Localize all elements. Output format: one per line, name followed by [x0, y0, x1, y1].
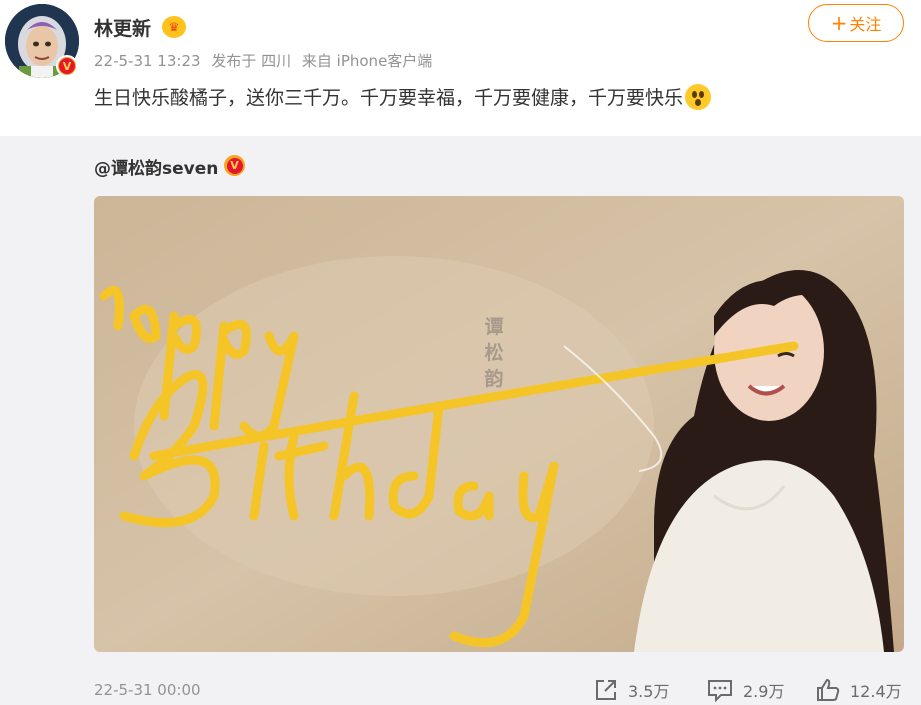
- photo-art: [94, 196, 904, 652]
- plus-icon: +: [830, 11, 848, 35]
- comment-button[interactable]: 2.9万: [707, 676, 784, 704]
- follow-label: 关注: [849, 15, 882, 34]
- post-text-row: 生日快乐酸橘子，送你三千万。千万要幸福，千万要健康，千万要快乐: [94, 83, 712, 110]
- birthday-photo[interactable]: [94, 196, 904, 652]
- comment-count: 2.9万: [743, 682, 785, 701]
- post-meta: 22-5-31 13:23 发布于 四川 来自 iPhone客户端: [94, 50, 432, 71]
- original-author-link[interactable]: @谭松韵seven: [94, 154, 218, 179]
- like-count: 12.4万: [850, 682, 902, 701]
- repost-count: 3.5万: [628, 682, 670, 701]
- crown-icon[interactable]: ♛: [162, 16, 186, 38]
- post-time[interactable]: 22-5-31 13:23: [94, 52, 201, 70]
- verified-v-icon: V: [56, 55, 78, 77]
- like-button[interactable]: 12.4万: [816, 676, 902, 704]
- comment-icon: [708, 680, 732, 702]
- author-name[interactable]: 林更新: [94, 14, 151, 41]
- post-location: 发布于 四川: [211, 52, 292, 70]
- post-source: 来自 iPhone客户端: [301, 52, 433, 70]
- original-post-time[interactable]: 22-5-31 00:00: [94, 681, 201, 699]
- shocked-emoji-icon: [685, 84, 712, 110]
- repost-button[interactable]: 3.5万: [594, 676, 669, 704]
- post-text: 生日快乐酸橘子，送你三千万。千万要幸福，千万要健康，千万要快乐: [94, 87, 684, 109]
- thumbs-up-icon: [817, 678, 840, 701]
- repost-icon: [596, 680, 616, 700]
- repost-card: @谭松韵seven V 谭 松 韵 22-5-31 00:00 3.5万 2.9…: [0, 136, 921, 705]
- verified-v-icon: V: [224, 155, 245, 176]
- post-header: V 林更新 ♛ 22-5-31 13:23 发布于 四川 来自 iPhone客户…: [0, 0, 921, 136]
- photo-vertical-name: 谭松韵: [484, 316, 504, 390]
- follow-button[interactable]: + 关注: [808, 4, 904, 42]
